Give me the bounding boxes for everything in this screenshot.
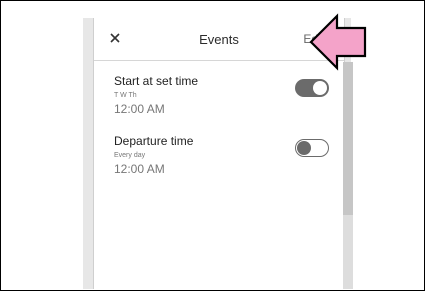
event-toggle-start-at-set-time[interactable] xyxy=(295,79,329,97)
event-toggle-departure-time[interactable] xyxy=(295,139,329,157)
event-item-departure-time[interactable]: Departure time Every day 12:00 AM xyxy=(114,134,339,176)
toggle-knob xyxy=(313,81,327,95)
scrollbar-thumb[interactable] xyxy=(343,62,353,215)
event-item-start-at-set-time[interactable]: Start at set time T W Th 12:00 AM xyxy=(114,74,339,116)
pointer-arrow-icon xyxy=(309,13,367,71)
toggle-knob xyxy=(297,140,311,155)
event-time: 12:00 AM xyxy=(114,102,165,116)
event-time: 12:00 AM xyxy=(114,162,165,176)
